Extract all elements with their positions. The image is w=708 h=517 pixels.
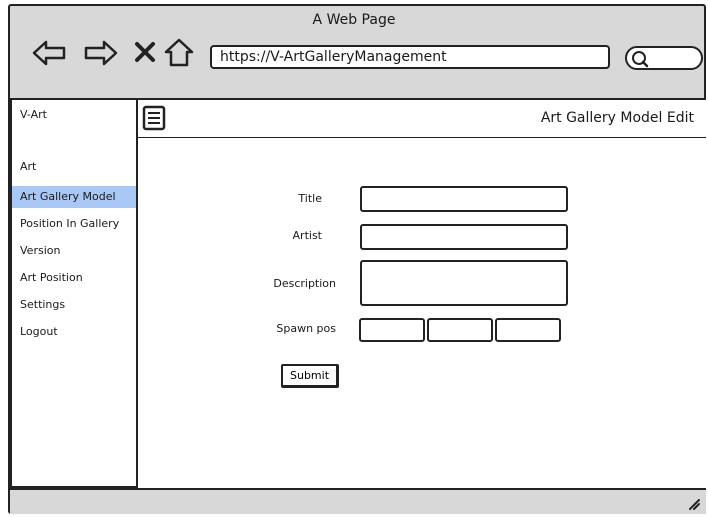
home-icon[interactable] <box>162 36 196 68</box>
sidebar-item-version[interactable]: Version <box>12 240 136 262</box>
search-input[interactable] <box>625 46 703 70</box>
title-label: Title <box>298 192 322 205</box>
close-icon[interactable] <box>133 40 157 64</box>
page-header: Art Gallery Model Edit <box>138 100 706 138</box>
sidebar-item-art[interactable]: Art <box>12 156 136 178</box>
description-label: Description <box>273 277 336 290</box>
title-field[interactable] <box>360 186 568 212</box>
brand-label: V-Art <box>20 108 47 121</box>
description-field[interactable] <box>360 260 568 306</box>
search-icon <box>632 51 649 68</box>
sidebar-item-art-gallery-model[interactable]: Art Gallery Model <box>12 186 136 208</box>
url-input[interactable]: https://V-ArtGalleryManagement <box>210 45 610 69</box>
sidebar-item-position-in-gallery[interactable]: Position In Gallery <box>12 213 136 235</box>
sidebar-item-logout[interactable]: Logout <box>12 321 136 343</box>
status-bar <box>10 488 706 514</box>
resize-handle-icon[interactable] <box>686 496 700 510</box>
spawn-y-field[interactable] <box>427 318 493 342</box>
back-arrow-icon[interactable] <box>30 38 68 68</box>
spawn-x-field[interactable] <box>359 318 425 342</box>
sidebar-item-settings[interactable]: Settings <box>12 294 136 316</box>
page-title: Art Gallery Model Edit <box>540 110 694 126</box>
menu-document-icon[interactable] <box>142 105 166 131</box>
window-title: A Web Page <box>312 12 396 28</box>
forward-arrow-icon[interactable] <box>82 38 120 68</box>
sidebar: V-Art Art Art Gallery Model Position In … <box>10 98 138 488</box>
spawn-z-field[interactable] <box>495 318 561 342</box>
artist-field[interactable] <box>360 224 568 250</box>
submit-button[interactable]: Submit <box>281 364 339 388</box>
sidebar-item-art-position[interactable]: Art Position <box>12 267 136 289</box>
artist-label: Artist <box>292 229 322 242</box>
spawn-pos-label: Spawn pos <box>276 322 336 335</box>
